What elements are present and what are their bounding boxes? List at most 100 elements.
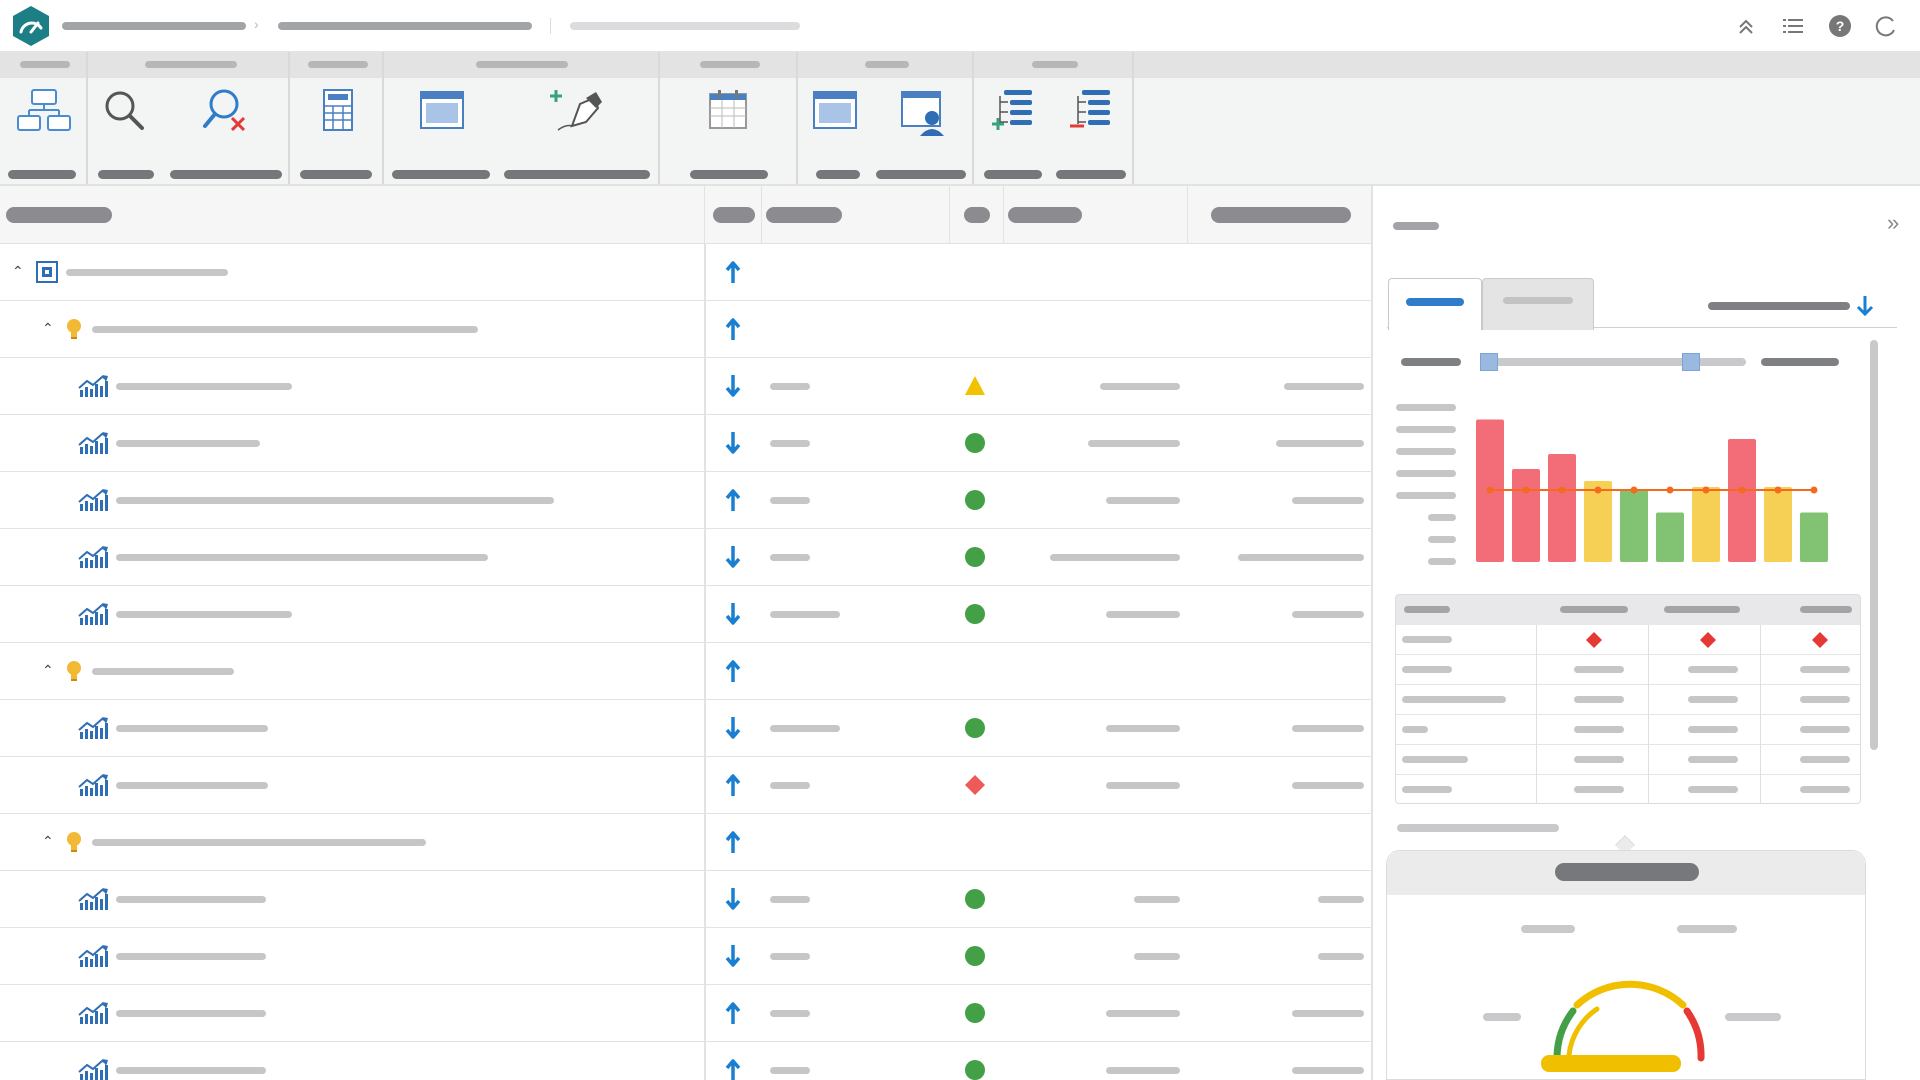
calendar-button[interactable] — [690, 82, 770, 182]
column-header-name[interactable] — [0, 186, 705, 244]
remove-list-button[interactable] — [1056, 82, 1128, 182]
collapse-caret-icon[interactable]: ⌃ — [42, 321, 54, 335]
collapse-up-icon[interactable] — [1734, 14, 1758, 38]
threshold-table-row — [1396, 775, 1860, 803]
status-ok-icon — [965, 490, 985, 510]
target-value — [1100, 383, 1180, 390]
status-ok-icon — [965, 547, 985, 567]
expand-panel-icon[interactable]: » — [1887, 212, 1899, 234]
download-label — [1708, 302, 1850, 310]
target-value — [1106, 611, 1180, 618]
download-icon[interactable] — [1856, 294, 1874, 318]
range-slider-handle-end[interactable] — [1682, 353, 1700, 371]
trend-down-arrow-icon — [725, 717, 741, 739]
kpi-trend-icon — [78, 546, 108, 568]
target-point — [1522, 486, 1530, 494]
column-header-status[interactable] — [950, 186, 1004, 244]
refresh-icon[interactable] — [1874, 14, 1898, 38]
add-list-label — [984, 170, 1042, 179]
collapse-caret-icon[interactable]: ⌃ — [42, 663, 54, 677]
actual-value — [770, 611, 840, 618]
chart-bar[interactable] — [1656, 512, 1684, 563]
collapse-caret-icon[interactable]: ⌃ — [12, 264, 24, 278]
user-card-button[interactable] — [876, 82, 968, 182]
column-header-trend[interactable] — [705, 186, 762, 244]
breadcrumb-item[interactable] — [62, 22, 246, 30]
table-row[interactable] — [0, 871, 1371, 928]
y-tick-label — [1396, 470, 1456, 477]
table-row[interactable] — [0, 529, 1371, 586]
status-ok-icon — [965, 946, 985, 966]
table-row[interactable]: ⌃ — [0, 301, 1371, 358]
status-critical-icon — [1586, 632, 1602, 648]
chart-bar[interactable] — [1764, 487, 1792, 562]
breadcrumb-item[interactable] — [278, 22, 532, 30]
calculator-button[interactable] — [300, 82, 376, 182]
table-row[interactable]: ⌃ — [0, 814, 1371, 871]
table-row[interactable] — [0, 1042, 1371, 1080]
row-name — [116, 554, 488, 561]
pen-add-button[interactable] — [504, 82, 654, 182]
tab-chart[interactable] — [1388, 278, 1482, 330]
table-row[interactable]: ⌃ — [0, 244, 1371, 301]
lightbulb-icon — [67, 832, 81, 852]
variance-value — [1292, 1010, 1364, 1017]
table-row[interactable] — [0, 415, 1371, 472]
chart-bar[interactable] — [1800, 512, 1828, 563]
target-point — [1666, 486, 1674, 494]
chart-bar[interactable] — [1692, 487, 1720, 562]
form-window-button[interactable] — [392, 82, 492, 182]
actual-value — [770, 383, 810, 390]
column-header-target[interactable] — [1004, 186, 1188, 244]
target-point — [1630, 486, 1638, 494]
tab-details[interactable] — [1482, 278, 1594, 330]
y-tick-label — [1428, 558, 1456, 565]
variance-value — [1276, 440, 1364, 447]
ribbon-group-title — [20, 61, 70, 68]
search-clear-button[interactable] — [168, 82, 284, 182]
hierarchy-label — [8, 170, 76, 179]
add-list-button[interactable] — [984, 82, 1044, 182]
range-slider-handle-start[interactable] — [1480, 353, 1498, 371]
chart-bar[interactable] — [1512, 469, 1540, 562]
ribbon-group-search — [90, 52, 290, 184]
chart-bar[interactable] — [1548, 454, 1576, 562]
column-header-actual[interactable] — [762, 186, 950, 244]
chart-bar[interactable] — [1620, 490, 1648, 562]
row-name — [92, 668, 234, 675]
panel-scrollbar[interactable] — [1870, 340, 1878, 750]
calendar-label — [690, 170, 768, 179]
gauge-chart — [1541, 980, 1705, 1072]
variance-value — [1284, 383, 1364, 390]
threshold-table-row — [1396, 625, 1860, 655]
kpi-trend-icon — [78, 717, 108, 739]
calculator-label — [300, 170, 372, 179]
table-row[interactable] — [0, 358, 1371, 415]
table-row[interactable] — [0, 928, 1371, 985]
hierarchy-button[interactable] — [8, 82, 80, 182]
chart-bar[interactable] — [1728, 439, 1756, 562]
table-row[interactable] — [0, 985, 1371, 1042]
table-row[interactable]: ⌃ — [0, 643, 1371, 700]
range-slider[interactable] — [1480, 353, 1746, 371]
variance-value — [1292, 611, 1364, 618]
list-icon[interactable] — [1781, 14, 1805, 38]
table-row[interactable] — [0, 700, 1371, 757]
collapse-caret-icon[interactable]: ⌃ — [42, 834, 54, 848]
variance-value — [1318, 896, 1364, 903]
trend-down-arrow-icon — [725, 945, 741, 967]
threshold-table-row — [1396, 655, 1860, 685]
panel-title — [1393, 222, 1439, 230]
window-button[interactable] — [808, 82, 860, 182]
table-row[interactable] — [0, 757, 1371, 814]
table-row[interactable] — [0, 472, 1371, 529]
status-warning-icon — [965, 376, 985, 395]
column-header-variance[interactable] — [1188, 186, 1371, 244]
search-button[interactable] — [96, 82, 156, 182]
ribbon-group-schedule — [662, 52, 798, 184]
grid-header — [0, 186, 1371, 244]
status-ok-icon — [965, 604, 985, 624]
gauge-logo-icon[interactable] — [10, 5, 52, 47]
table-row[interactable] — [0, 586, 1371, 643]
help-icon[interactable]: ? — [1828, 14, 1852, 38]
